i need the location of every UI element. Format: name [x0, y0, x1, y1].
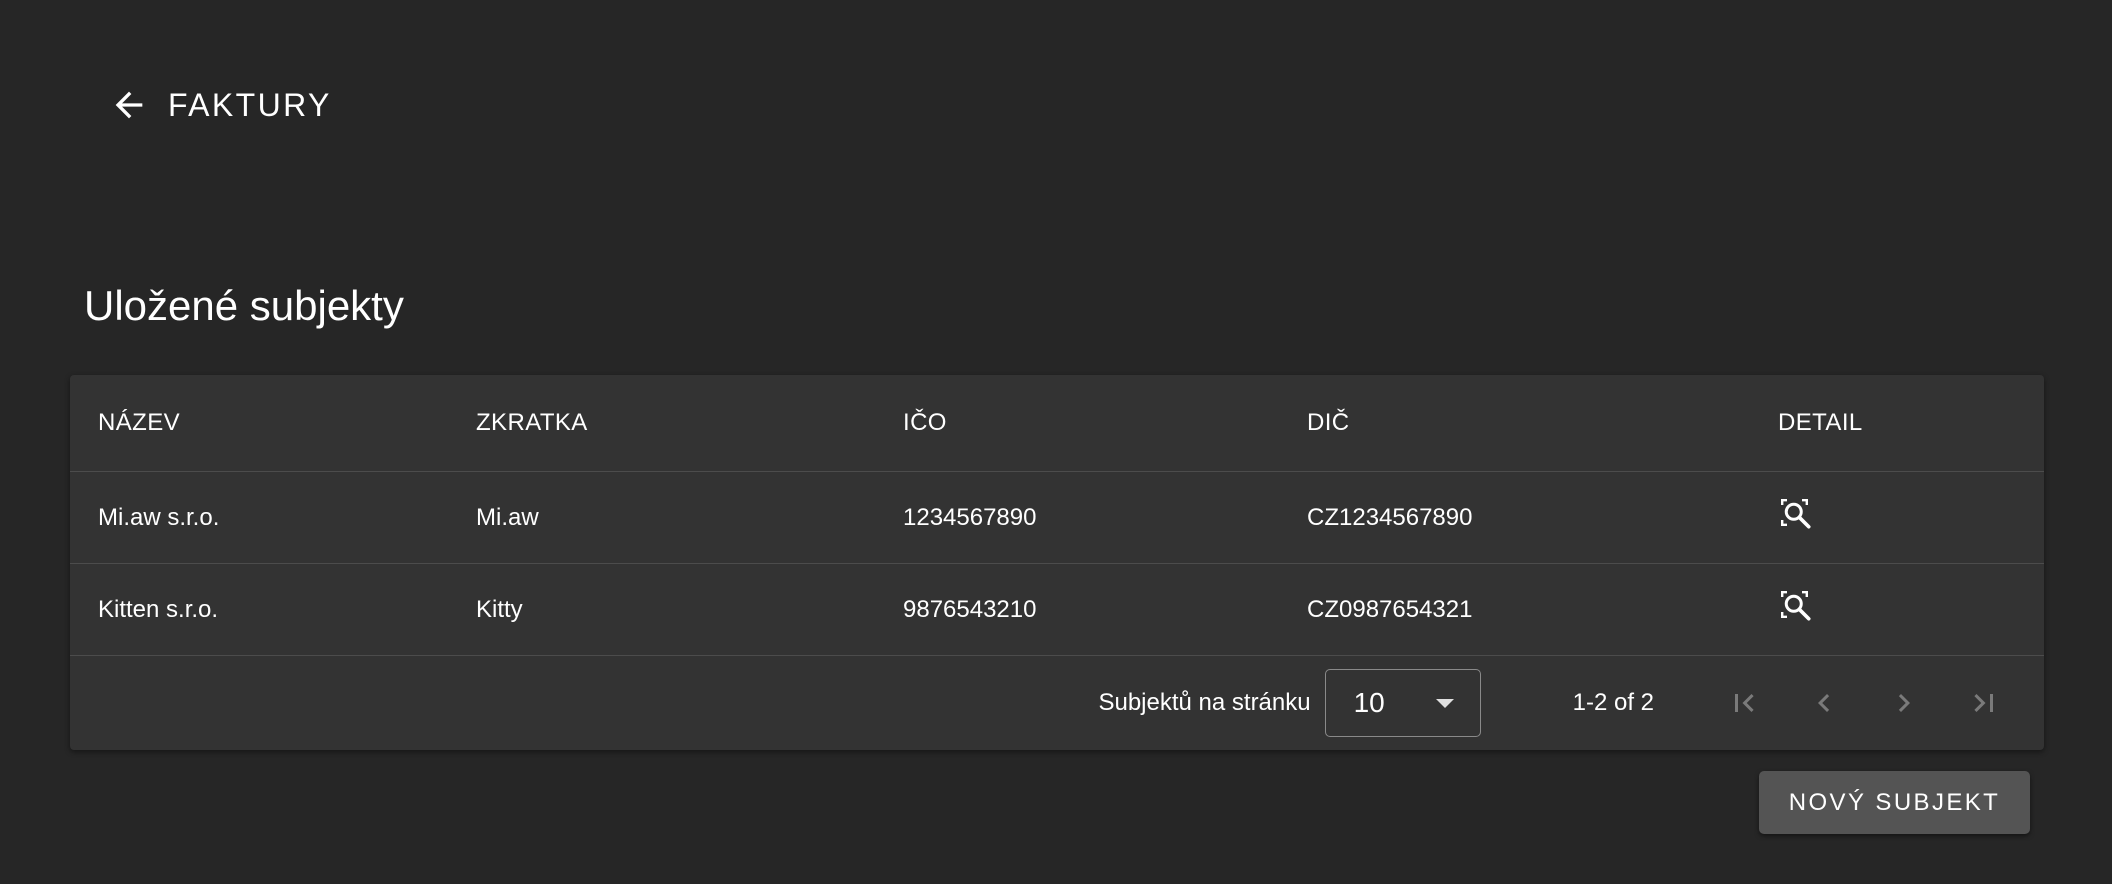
last-page-icon [1974, 694, 1993, 712]
column-header-zkratka: ZKRATKA [476, 409, 588, 436]
cell-detail [1750, 496, 2044, 539]
rows-per-page-select[interactable]: 10 [1324, 669, 1481, 737]
cell-nazev: Kitten s.r.o. [98, 595, 219, 623]
table-header-row: NÁZEV ZKRATKA IČO DIČ DETAIL [70, 375, 2044, 472]
table-row: Kitten s.r.o. Kitty 9876543210 CZ0987654… [70, 564, 2044, 656]
back-button[interactable] [84, 60, 174, 150]
cell-nazev: Mi.aw s.r.o. [98, 503, 220, 531]
previous-page-button[interactable] [1784, 663, 1864, 743]
column-header-detail: DETAIL [1778, 409, 1863, 436]
last-page-button[interactable] [1944, 663, 2024, 743]
page: FAKTURY Uložené subjekty NÁZEV ZKRATKA I… [0, 0, 2112, 884]
cell-dic: CZ1234567890 [1307, 503, 1473, 531]
prev-page-icon [1818, 694, 1830, 712]
column-header-ico: IČO [903, 409, 947, 436]
cell-detail [1750, 588, 2044, 631]
detail-button[interactable] [1778, 588, 1814, 624]
table-pagination: Subjektů na stránku 10 1-2 of 2 [70, 656, 2044, 750]
detail-button[interactable] [1778, 496, 1814, 532]
column-header-nazev: NÁZEV [98, 409, 181, 436]
chevron-down-icon [1435, 698, 1454, 708]
cell-dic: CZ0987654321 [1307, 595, 1473, 623]
rows-per-page-label: Subjektů na stránku [1098, 689, 1311, 716]
rows-per-page-value: 10 [1353, 687, 1385, 718]
subjects-table: NÁZEV ZKRATKA IČO DIČ DETAIL Mi.aw s.r.o… [70, 375, 2044, 750]
next-page-button[interactable] [1864, 663, 1944, 743]
new-subject-button[interactable]: NOVÝ SUBJEKT [1759, 771, 2030, 834]
cell-zkratka: Mi.aw [476, 503, 539, 531]
column-header-dic: DIČ [1307, 409, 1350, 436]
arrow-left-icon [115, 91, 143, 119]
first-page-icon [1735, 694, 1754, 712]
app-header: FAKTURY [84, 60, 332, 150]
page-title: Uložené subjekty [84, 282, 404, 329]
pagination-range: 1-2 of 2 [1572, 689, 1654, 716]
app-title: FAKTURY [168, 86, 332, 123]
search-detail-icon [1781, 499, 1811, 529]
cell-ico: 1234567890 [903, 503, 1037, 531]
table-row: Mi.aw s.r.o. Mi.aw 1234567890 CZ12345678… [70, 472, 2044, 564]
search-detail-icon [1781, 591, 1811, 621]
cell-zkratka: Kitty [476, 595, 523, 623]
next-page-icon [1898, 694, 1910, 712]
cell-ico: 9876543210 [903, 595, 1037, 623]
first-page-button[interactable] [1704, 663, 1784, 743]
